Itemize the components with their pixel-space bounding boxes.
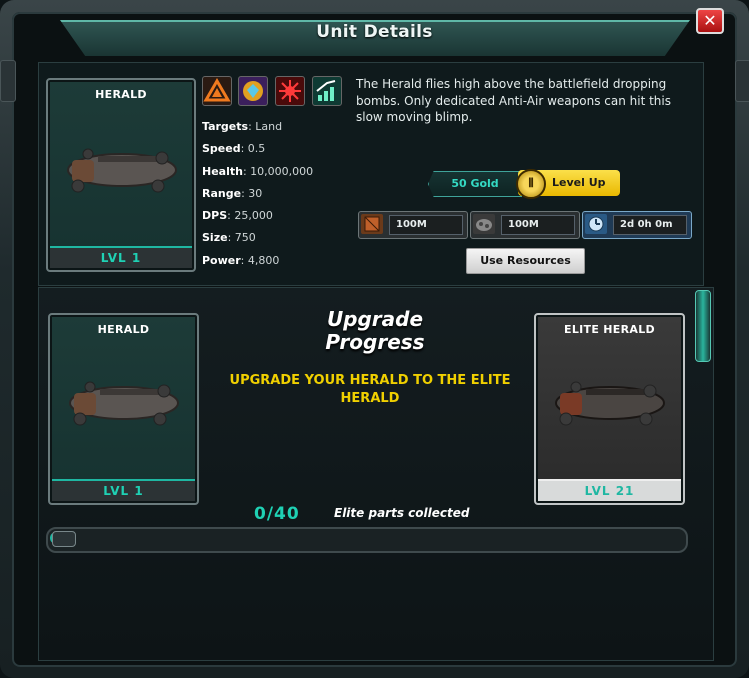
stat-size: Size: 750 (202, 231, 256, 245)
current-unit-card: HERALD LVL 1 (48, 313, 199, 505)
close-button[interactable]: ✕ (696, 8, 724, 34)
diamond-shield-icon[interactable] (238, 76, 268, 106)
herald-blimp-image (69, 381, 179, 426)
progress-knob (52, 531, 76, 547)
upgrade-subtitle: UPGRADE YOUR HERALD TO THE ELITE HERALD (229, 373, 511, 406)
clock-icon (585, 214, 607, 234)
upgrade-title: Upgrade Progress (325, 307, 425, 354)
resource-time-value: 2d 0h 0m (613, 215, 687, 235)
current-unit-level: LVL 1 (52, 479, 195, 501)
speed-arrow-icon[interactable] (312, 76, 342, 106)
unit-description: The Herald flies high above the battlefi… (356, 77, 671, 124)
ore-icon (473, 214, 495, 234)
herald-blimp-image (67, 148, 177, 193)
stat-range: Range: 30 (202, 186, 263, 200)
window-title: Unit Details (316, 22, 433, 42)
unit-stats-list: Targets: Land Speed: 0.5 Health: 10,000,… (202, 116, 313, 272)
current-unit-name: HERALD (97, 323, 150, 336)
stat-health: Health: 10,000,000 (202, 164, 314, 178)
elite-parts-counter: 0/40 (254, 504, 300, 524)
unit-card-name: HERALD (95, 88, 147, 101)
level-up-cost: 50 Gold (428, 171, 522, 197)
crate-icon (361, 214, 383, 234)
resource-crate-value: 100M (389, 215, 463, 235)
stat-power: Power: 4,800 (202, 253, 280, 267)
stat-targets: Targets: Land (202, 120, 283, 133)
frame-bracket-right (735, 60, 749, 102)
resource-ore: 100M (470, 211, 580, 239)
red-burst-icon[interactable] (275, 76, 305, 106)
unit-card-level: LVL 1 (50, 246, 192, 268)
resource-crate: 100M (358, 211, 468, 239)
use-resources-button[interactable]: Use Resources (466, 248, 585, 274)
resource-ore-value: 100M (501, 215, 575, 235)
scrollbar[interactable] (695, 290, 711, 362)
elite-unit-card: ELITE HERALD LVL 21 (534, 313, 685, 505)
elite-parts-progress-bar (46, 527, 688, 553)
elite-unit-level: LVL 21 (538, 479, 681, 501)
elite-herald-blimp-image (555, 381, 665, 426)
coin-icon: ⦀ (516, 169, 546, 199)
elite-parts-label: Elite parts collected (334, 506, 470, 520)
elite-unit-name: ELITE HERALD (564, 323, 655, 336)
unit-card: HERALD LVL 1 (46, 78, 196, 272)
frame-bracket-left (0, 60, 16, 102)
resource-time: 2d 0h 0m (582, 211, 692, 239)
stat-speed: Speed: 0.5 (202, 142, 266, 156)
stat-dps: DPS: 25,000 (202, 209, 273, 223)
triangle-warning-icon[interactable] (202, 76, 232, 106)
